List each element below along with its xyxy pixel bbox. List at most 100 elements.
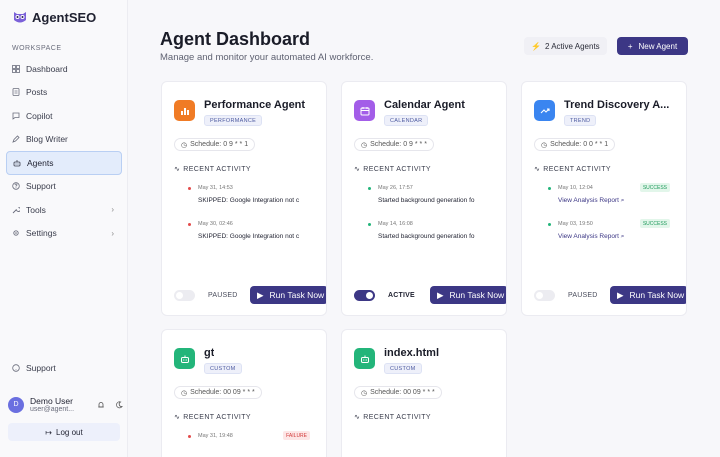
view-report-link[interactable]: View Analysis Report ⌕ <box>558 197 674 205</box>
activity-list: May 10, 12:04 SUCCESS View Analysis Repo… <box>534 183 674 255</box>
app-name: AgentSEO <box>32 9 97 25</box>
agent-title: Trend Discovery A... <box>564 99 670 111</box>
user-email: user@agent... <box>30 406 75 413</box>
moon-icon[interactable] <box>115 400 123 409</box>
activity-list: May 26, 17:57 Started background generat… <box>354 183 494 255</box>
agent-tag: TREND <box>564 115 597 126</box>
support-label: Support <box>26 363 56 373</box>
list-item: May 10, 12:04 SUCCESS View Analysis Repo… <box>534 183 674 219</box>
gear-icon <box>13 230 19 236</box>
card-footer: PAUSED ▶ Run Task Now <box>534 286 686 304</box>
agent-card-calendar: Calendar Agent CALENDAR ◷ Schedule: 0 9 *… <box>341 81 507 316</box>
view-report-link[interactable]: View Analysis Report ⌕ <box>558 233 674 241</box>
logout-icon: ↦ <box>45 427 52 437</box>
sidebar-item-agents[interactable]: Agents <box>6 151 122 175</box>
sidebar-item-label: Agents <box>27 157 54 168</box>
chevron-right-icon: › <box>111 228 114 238</box>
calendar-icon <box>354 100 375 121</box>
status-dot <box>368 187 371 190</box>
sidebar-item-label: Tools <box>26 204 46 215</box>
sidebar-item-label: Settings <box>26 228 57 239</box>
agent-card-index-html: index.html CUSTOM ◷ Schedule: 00 09 * * *… <box>341 329 507 457</box>
status-toggle[interactable] <box>354 289 375 301</box>
new-agent-button[interactable]: + New Agent <box>617 37 688 55</box>
run-task-button[interactable]: ▶ Run Task Now <box>250 286 326 304</box>
activity-list: May 31, 14:53 SKIPPED: Google Integratio… <box>174 183 314 255</box>
activity-icon: ∿ <box>354 414 361 421</box>
card-footer: PAUSED ▶ Run Task Now <box>174 286 326 304</box>
run-task-button[interactable]: ▶ Run Task Now <box>430 286 506 304</box>
activity-time: May 30, 02:46 <box>198 221 233 227</box>
play-icon: ▶ <box>437 289 444 300</box>
wrench-icon <box>12 206 20 214</box>
sidebar-item-posts[interactable]: Posts <box>6 81 122 105</box>
schedule-text: Schedule: 0 0 * * 1 <box>550 141 609 148</box>
page-title: Agent Dashboard <box>160 29 311 49</box>
agent-tag: CALENDAR <box>384 115 429 126</box>
recent-activity-label: RECENT ACTIVITY <box>363 165 431 173</box>
agent-card-trend-discovery: Trend Discovery A... TREND ◷ Schedule: 0 … <box>521 81 687 316</box>
bell-icon[interactable] <box>97 401 105 409</box>
status-toggle[interactable] <box>174 289 195 301</box>
list-item: May 14, 16:08 Started background generat… <box>354 219 494 255</box>
recent-activity-heading: ∿ RECENT ACTIVITY <box>174 165 251 174</box>
document-icon <box>12 88 20 97</box>
run-task-button[interactable]: ▶ Run Task Now <box>610 286 686 304</box>
page-subtitle: Manage and monitor your automated AI wor… <box>160 52 374 63</box>
sidebar-item-label: Copilot <box>26 110 53 121</box>
activity-icon: ∿ <box>354 166 361 173</box>
activity-icon: ∿ <box>534 166 541 173</box>
bot-icon <box>354 348 375 369</box>
logout-label: Log out <box>56 427 83 437</box>
activity-time: May 31, 14:53 <box>198 185 233 191</box>
sidebar-item-support[interactable]: Support <box>6 175 122 199</box>
list-item: May 31, 19:48 FAILURE <box>174 431 314 457</box>
agent-title: Calendar Agent <box>384 99 465 111</box>
status-label: PAUSED <box>568 291 598 299</box>
status-toggle[interactable] <box>534 289 555 301</box>
sidebar-item-blog-writer[interactable]: Blog Writer <box>6 128 122 152</box>
support-link[interactable]: Support <box>12 363 56 373</box>
run-task-label: Run Task Now <box>629 290 685 300</box>
chevron-right-icon: › <box>111 205 114 215</box>
active-agents-badge: ⚡ 2 Active Agents <box>524 37 607 55</box>
play-icon: ▶ <box>257 289 264 300</box>
sidebar-item-tools[interactable]: Tools › <box>6 198 122 222</box>
clock-icon: ◷ <box>181 141 188 149</box>
schedule-text: Schedule: 00 09 * * * <box>370 389 435 396</box>
sidebar-item-label: Dashboard <box>26 63 68 74</box>
sidebar-item-label: Posts <box>26 87 48 98</box>
bot-icon <box>174 348 195 369</box>
recent-activity-heading: ∿ RECENT ACTIVITY <box>534 165 611 174</box>
sidebar-item-settings[interactable]: Settings › <box>6 222 122 246</box>
user-name: Demo User <box>30 396 73 406</box>
play-icon: ▶ <box>617 289 624 300</box>
status-dot <box>188 187 191 190</box>
sidebar-item-dashboard[interactable]: Dashboard <box>6 57 122 81</box>
lightning-icon: ⚡ <box>531 41 541 51</box>
logout-button[interactable]: ↦ Log out <box>8 423 120 441</box>
status-label: PAUSED <box>208 291 238 299</box>
search-icon: ⌕ <box>620 233 625 240</box>
sidebar-nav: Dashboard Posts Copilot Blog Writer Agen… <box>6 57 122 245</box>
trend-icon <box>534 100 555 121</box>
sidebar-item-copilot[interactable]: Copilot <box>6 104 122 128</box>
owl-logo-icon <box>14 12 26 23</box>
status-dot <box>548 187 551 190</box>
recent-activity-heading: ∿ RECENT ACTIVITY <box>354 165 431 174</box>
schedule-pill: ◷ Schedule: 00 09 * * * <box>354 386 442 399</box>
report-link-label: View Analysis Report <box>558 197 619 204</box>
brand[interactable]: AgentSEO <box>12 9 96 25</box>
bar-chart-icon <box>174 100 195 121</box>
schedule-pill: ◷ Schedule: 00 09 * * * <box>174 386 262 399</box>
run-task-label: Run Task Now <box>449 290 505 300</box>
user-profile[interactable]: D Demo User user@agent... <box>8 396 123 413</box>
recent-activity-label: RECENT ACTIVITY <box>183 165 251 173</box>
success-badge: SUCCESS <box>639 219 670 228</box>
agent-tag: PERFORMANCE <box>204 115 263 126</box>
list-item: May 30, 02:46 SKIPPED: Google Integratio… <box>174 219 314 255</box>
schedule-text: Schedule: 0 9 * * * <box>370 141 427 148</box>
status-dot <box>548 223 551 226</box>
search-icon: ⌕ <box>620 197 625 204</box>
activity-icon: ∿ <box>174 414 181 421</box>
